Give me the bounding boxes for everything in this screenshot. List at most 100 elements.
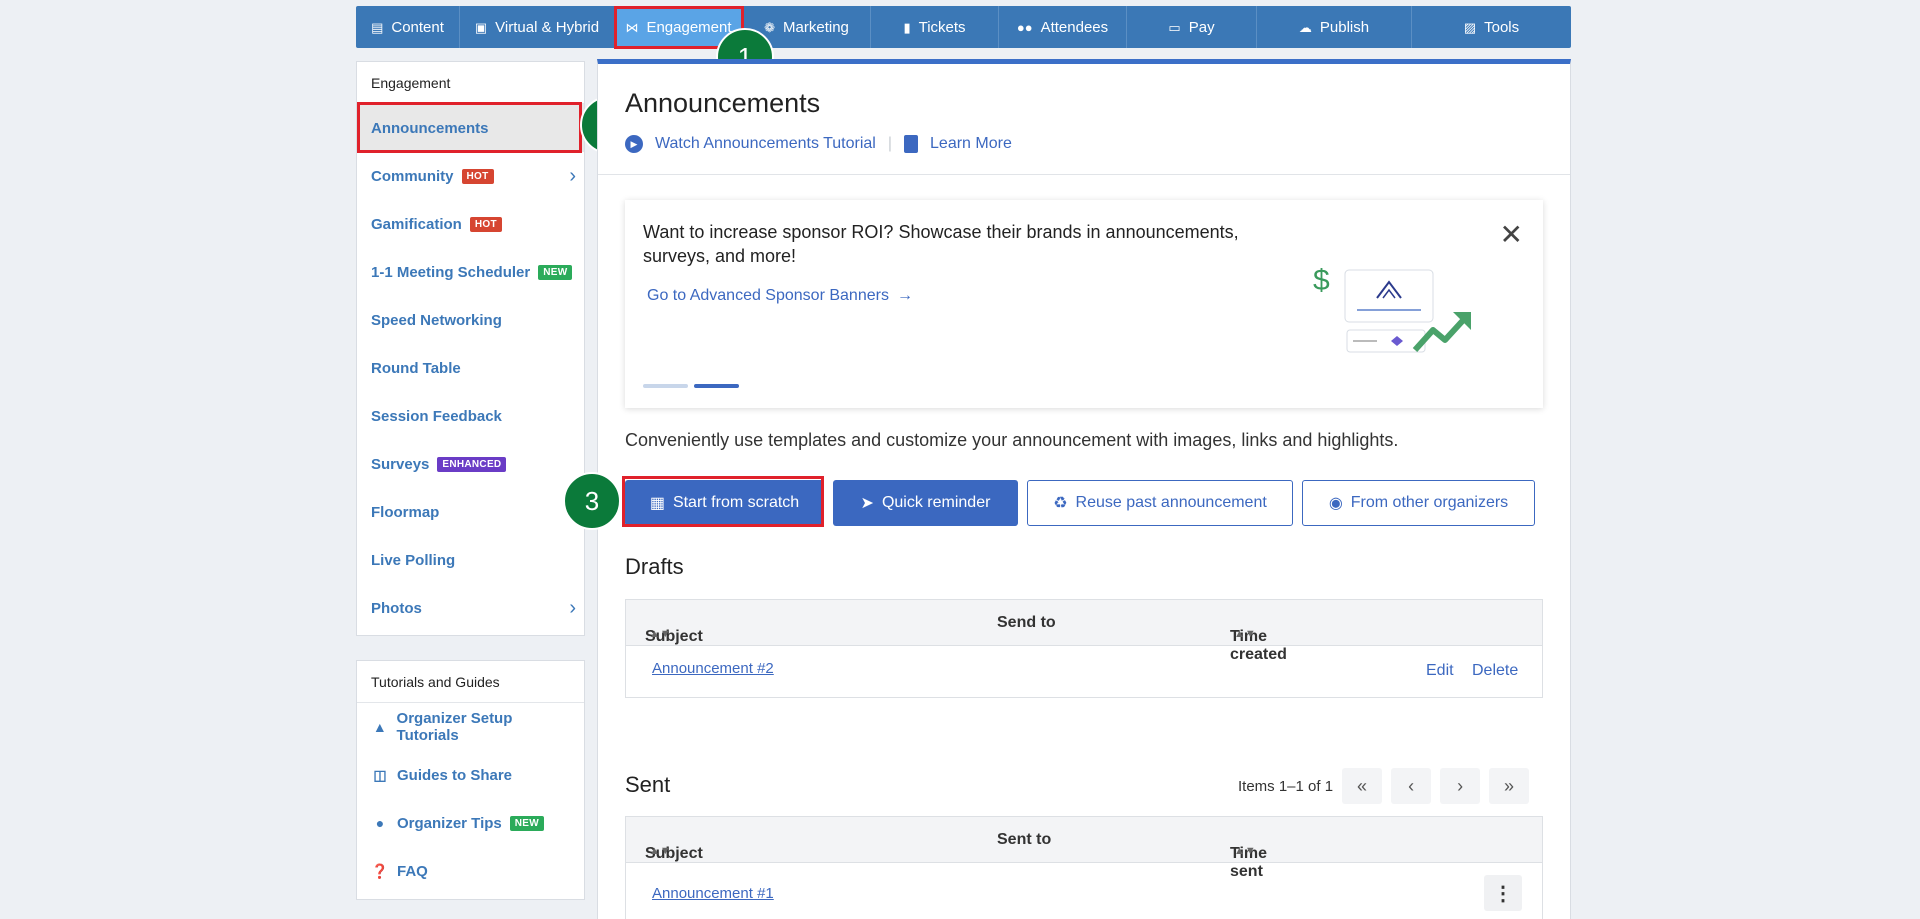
guide-faq[interactable]: ❓ FAQ	[357, 847, 584, 895]
globe-icon: ◉	[1328, 495, 1343, 512]
file-plus-icon: ▦	[649, 495, 665, 512]
sidebar-item-photos[interactable]: Photos ›	[357, 584, 584, 632]
enhanced-badge: ENHANCED	[437, 456, 507, 472]
next-page-icon[interactable]: ›	[1440, 768, 1481, 804]
header-divider	[598, 174, 1570, 175]
help-links: ▶ Watch Announcements Tutorial | Learn M…	[625, 135, 1012, 153]
svg-text:$: $	[1313, 264, 1330, 297]
draft-subject-link[interactable]: Announcement #2	[652, 660, 774, 677]
sidebar-item-session-feedback[interactable]: Session Feedback	[357, 392, 584, 440]
table-row: Announcement #1 ⋮	[626, 863, 1542, 919]
laptop-icon: ▣	[474, 19, 488, 35]
tab-pay[interactable]: ▭ Pay	[1127, 6, 1257, 48]
pagination: Items 1–1 of 1 « ‹ › »	[1238, 768, 1530, 804]
first-page-icon[interactable]: «	[1342, 768, 1383, 804]
drafts-table: Subject ▲▼ Send to Time created ▲▼ Announc…	[625, 599, 1543, 698]
sponsor-illustration-icon: $	[1313, 264, 1471, 353]
hot-badge: HOT	[461, 168, 494, 184]
learn-more-link[interactable]: Learn More	[930, 135, 1012, 153]
tab-attendees[interactable]: ●● Attendees	[999, 6, 1127, 48]
send-to-column-header: Send to	[997, 614, 1056, 631]
quick-reminder-button[interactable]: ➤ Quick reminder	[833, 480, 1018, 526]
sidebar-engagement: Engagement Announcements Community HOT ›…	[356, 61, 585, 636]
chevron-right-icon: ›	[569, 164, 576, 187]
more-options-icon[interactable]: ⋮	[1484, 875, 1522, 911]
delete-button[interactable]: Delete	[1472, 662, 1518, 680]
guide-guides-to-share[interactable]: ◫ Guides to Share	[357, 751, 584, 799]
start-from-scratch-button[interactable]: ▦ Start from scratch	[625, 480, 824, 526]
network-icon: ⋈	[625, 19, 639, 35]
tab-virtual-hybrid[interactable]: ▣ Virtual & Hybrid	[460, 6, 615, 48]
sort-icon: ▲▼	[649, 845, 671, 857]
sidebar-item-live-polling[interactable]: Live Polling	[357, 536, 584, 584]
prev-page-icon[interactable]: ‹	[1391, 768, 1432, 804]
tab-publish[interactable]: ☁ Publish	[1257, 6, 1412, 48]
sidebar-item-meeting-scheduler[interactable]: 1-1 Meeting Scheduler NEW	[357, 248, 584, 296]
sort-icon: ▲▼	[1234, 628, 1256, 640]
new-badge: NEW	[509, 815, 544, 831]
from-other-organizers-button[interactable]: ◉ From other organizers	[1302, 480, 1535, 526]
sponsor-banner: Want to increase sponsor ROI? Showcase t…	[625, 200, 1543, 408]
drafts-title: Drafts	[625, 554, 684, 579]
hexagons-icon: ❁	[764, 19, 776, 35]
reuse-past-announcement-button[interactable]: ♻ Reuse past announcement	[1027, 480, 1293, 526]
sent-to-column-header: Sent to	[997, 831, 1052, 848]
graduation-cap-icon: ▲	[372, 719, 387, 735]
sent-table-header: Subject ▲▼ Sent to Time sent ▲▼	[626, 817, 1542, 880]
sort-icon: ▲▼	[649, 628, 671, 640]
drafts-table-header: Subject ▲▼ Send to Time created ▲▼	[626, 600, 1542, 663]
paper-plane-icon: ➤	[860, 495, 874, 512]
edit-button[interactable]: Edit	[1426, 662, 1454, 680]
new-badge: NEW	[538, 264, 573, 280]
guide-organizer-tips[interactable]: ● Organizer Tips NEW	[357, 799, 584, 847]
sidebar-guides: Tutorials and Guides ▲ Organizer Setup T…	[356, 660, 585, 900]
tab-tickets[interactable]: ▮ Tickets	[871, 6, 999, 48]
sidebar-title: Engagement	[357, 62, 584, 104]
banner-message: Want to increase sponsor ROI? Showcase t…	[643, 222, 1239, 266]
last-page-icon[interactable]: »	[1489, 768, 1530, 804]
hot-badge: HOT	[469, 216, 502, 232]
play-icon: ▶	[625, 135, 643, 153]
top-nav: ▤ Content ▣ Virtual & Hybrid ⋈ Engagemen…	[356, 6, 1571, 48]
sidebar-item-surveys[interactable]: Surveys ENHANCED	[357, 440, 584, 488]
users-icon: ●●	[1016, 19, 1033, 35]
main-panel: Announcements ▶ Watch Announcements Tuto…	[597, 59, 1571, 919]
sidebar-item-community[interactable]: Community HOT ›	[357, 152, 584, 200]
link-separator: |	[887, 135, 893, 152]
page-title: Announcements	[625, 88, 821, 118]
sidebar-item-round-table[interactable]: Round Table	[357, 344, 584, 392]
close-icon[interactable]: ✕	[1500, 218, 1523, 251]
lightbulb-icon: ●	[375, 815, 385, 831]
list-icon: ▤	[371, 19, 384, 35]
watch-tutorial-link[interactable]: Watch Announcements Tutorial	[655, 135, 876, 153]
recycle-icon: ♻	[1053, 495, 1068, 512]
create-buttons: ▦ Start from scratch ➤ Quick reminder ♻ …	[625, 480, 1535, 526]
carousel-dots	[643, 384, 739, 388]
toolbox-icon: ▨	[1463, 19, 1477, 35]
tab-tools[interactable]: ▨ Tools	[1412, 6, 1571, 48]
sidebar-item-speed-networking[interactable]: Speed Networking	[357, 296, 584, 344]
card-icon: ▭	[1168, 19, 1181, 35]
pagination-summary: Items 1–1 of 1	[1238, 777, 1334, 795]
book-icon	[904, 135, 919, 153]
carousel-dot[interactable]	[643, 384, 688, 388]
sort-icon: ▲▼	[1234, 845, 1256, 857]
guide-organizer-setup-tutorials[interactable]: ▲ Organizer Setup Tutorials	[357, 703, 584, 751]
carousel-dot-active[interactable]	[694, 384, 739, 388]
table-row: Announcement #2 Edit Delete	[626, 646, 1542, 697]
tab-content[interactable]: ▤ Content	[356, 6, 460, 48]
ticket-icon: ▮	[903, 19, 911, 35]
step-marker-3: 3	[563, 472, 621, 530]
cloud-upload-icon: ☁	[1298, 19, 1312, 35]
sent-subject-link[interactable]: Announcement #1	[652, 885, 774, 902]
sidebar-item-gamification[interactable]: Gamification HOT	[357, 200, 584, 248]
description-text: Conveniently use templates and customize…	[625, 430, 1399, 450]
chevron-right-icon: ›	[569, 596, 576, 619]
arrow-right-icon: →	[896, 287, 913, 304]
sidebar-item-announcements[interactable]: Announcements	[357, 104, 584, 152]
sent-table: Subject ▲▼ Sent to Time sent ▲▼ Announceme…	[625, 816, 1543, 919]
sidebar-item-floormap[interactable]: Floormap	[357, 488, 584, 536]
chalkboard-icon: ◫	[373, 766, 387, 783]
sponsor-banners-link[interactable]: Go to Advanced Sponsor Banners →	[647, 287, 913, 305]
guides-title: Tutorials and Guides	[357, 661, 584, 703]
